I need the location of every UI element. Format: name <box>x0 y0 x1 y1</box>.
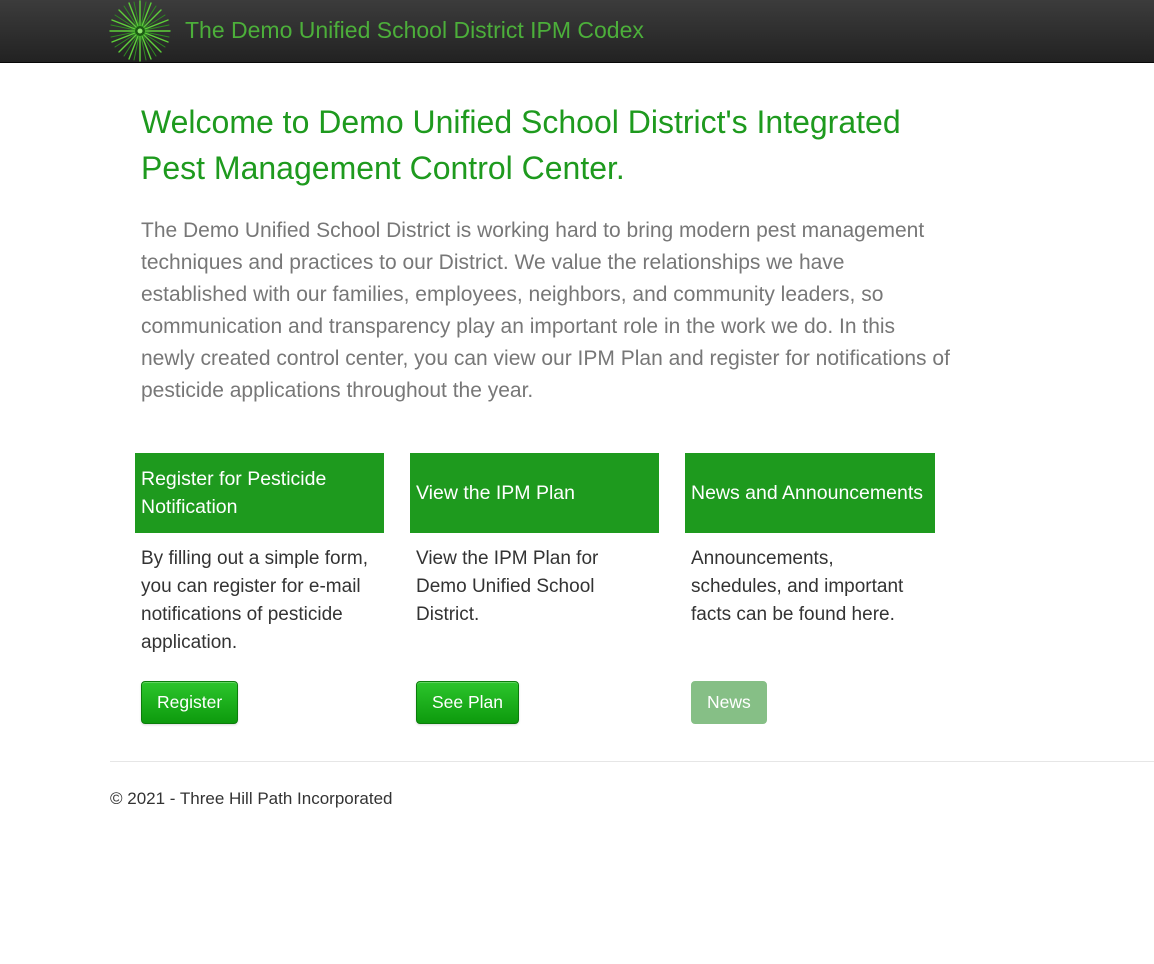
register-card-heading: Register for Pesticide Notification <box>135 453 384 533</box>
register-card-text: By filling out a simple form, you can re… <box>141 548 369 653</box>
register-card: Register for Pesticide Notification By f… <box>135 453 384 724</box>
ipm-plan-card-text: View the IPM Plan for Demo Unified Schoo… <box>416 548 599 625</box>
footer-copyright: © 2021 - Three Hill Path Incorporated <box>110 789 393 808</box>
footer-divider <box>110 761 1154 762</box>
green-starburst-logo-icon[interactable] <box>108 0 172 62</box>
intro-paragraph: The Demo Unified School District is work… <box>141 219 950 402</box>
ipm-plan-card: View the IPM Plan View the IPM Plan for … <box>410 453 659 724</box>
news-button[interactable]: News <box>691 681 767 724</box>
news-card: News and Announcements Announcements, sc… <box>685 453 935 724</box>
top-navbar: The Demo Unified School District IPM Cod… <box>0 0 1154 63</box>
brand-title-link[interactable]: The Demo Unified School District IPM Cod… <box>185 16 644 44</box>
page-title: Welcome to Demo Unified School District'… <box>141 104 901 186</box>
news-card-text: Announcements, schedules, and important … <box>691 548 904 625</box>
ipm-plan-card-heading: View the IPM Plan <box>410 453 659 533</box>
see-plan-button[interactable]: See Plan <box>416 681 520 724</box>
news-card-heading: News and Announcements <box>685 453 935 533</box>
register-button[interactable]: Register <box>141 681 239 724</box>
